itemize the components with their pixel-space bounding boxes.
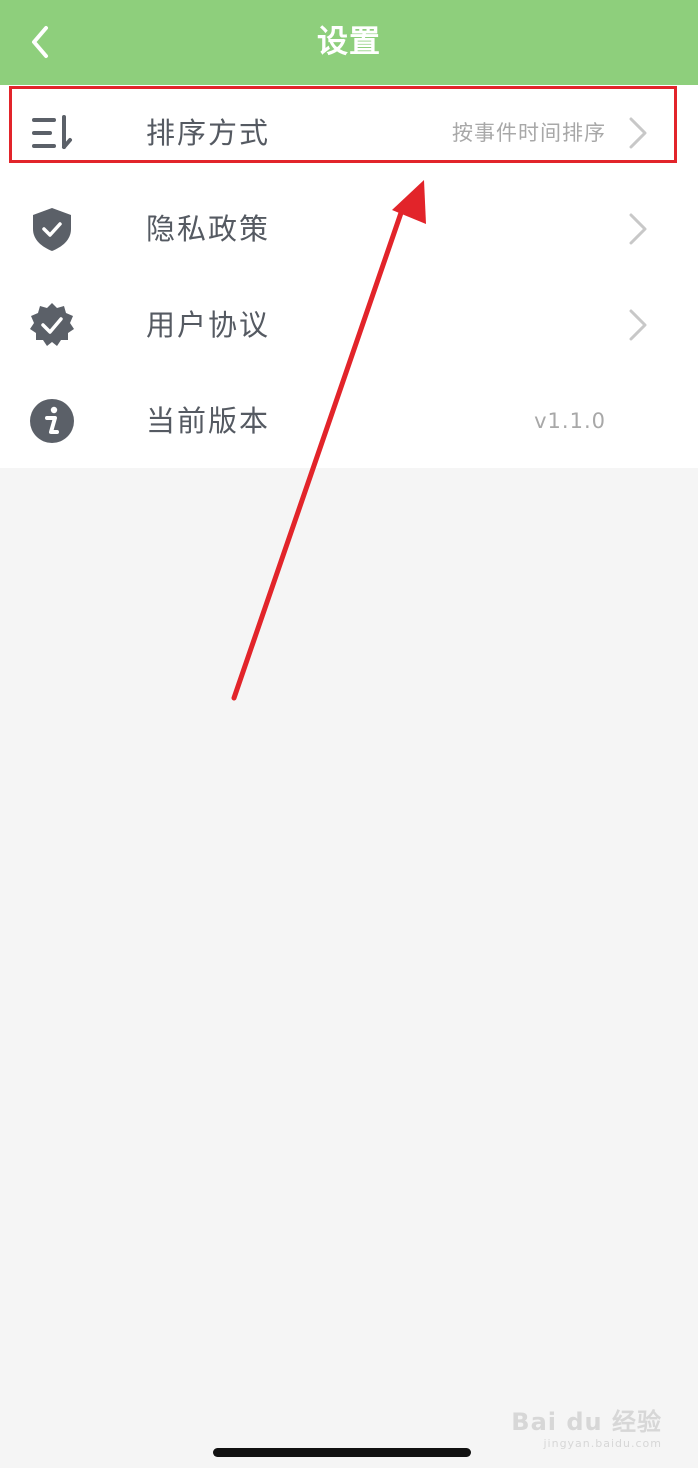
chevron-right-icon <box>629 213 647 245</box>
settings-item-sort[interactable]: 排序方式 按事件时间排序 <box>0 85 698 181</box>
settings-item-agreement[interactable]: 用户协议 <box>0 277 698 373</box>
sort-value: 按事件时间排序 <box>452 121 606 145</box>
badge-check-icon <box>30 303 74 346</box>
chevron-right-icon <box>629 117 647 149</box>
settings-item-privacy[interactable]: 隐私政策 <box>0 181 698 277</box>
shield-check-icon <box>33 208 71 251</box>
chevron-right-icon <box>629 309 647 341</box>
version-value: v1.1.0 <box>534 409 606 433</box>
watermark: Bai du 经验 jingyan.baidu.com <box>511 1402 662 1450</box>
navbar: 设置 <box>0 0 698 85</box>
settings-item-label: 排序方式 <box>146 116 271 150</box>
watermark-sub: jingyan.baidu.com <box>543 1437 662 1450</box>
info-icon <box>30 399 74 443</box>
sort-list-icon <box>32 115 72 149</box>
settings-item-label: 隐私政策 <box>146 212 271 246</box>
settings-list: 排序方式 按事件时间排序 隐私政策 用户协议 当前版本 v1.1.0 <box>0 85 698 468</box>
settings-item-label: 用户协议 <box>146 308 271 342</box>
watermark-main: Bai du 经验 <box>511 1408 662 1436</box>
settings-item-version[interactable]: 当前版本 v1.1.0 <box>0 373 698 469</box>
settings-item-label: 当前版本 <box>146 404 271 438</box>
page-title: 设置 <box>317 24 381 60</box>
home-indicator <box>213 1448 471 1457</box>
